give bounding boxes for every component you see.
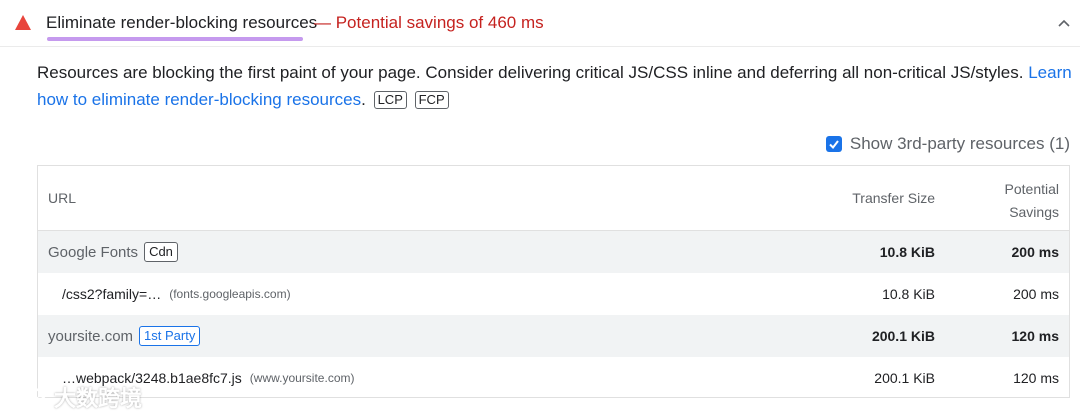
warning-triangle-icon <box>15 15 31 30</box>
table-group-row: Google Fonts Cdn 10.8 KiB 200 ms <box>38 231 1069 273</box>
resources-table: URL Transfer Size Potential Savings Goog… <box>37 165 1070 398</box>
table-group-row: yoursite.com 1st Party 200.1 KiB 120 ms <box>38 315 1069 357</box>
transfer-size: 200.1 KiB <box>874 370 935 386</box>
third-party-checkbox[interactable] <box>825 136 842 152</box>
description-text: Resources are blocking the first paint o… <box>37 63 1024 82</box>
potential-savings-text: — Potential savings of 460 ms <box>314 13 544 32</box>
column-header-potential-savings: Potential Savings <box>1004 181 1059 220</box>
potential-savings: 120 ms <box>1013 370 1059 386</box>
column-header-url: URL <box>48 190 77 206</box>
audit-title[interactable]: Eliminate render-blocking resources <box>46 13 317 33</box>
entity-badge: Cdn <box>144 242 178 262</box>
watermark-text: 大数跨境 <box>54 386 143 411</box>
entity-name: Google Fonts <box>48 243 139 261</box>
transfer-size: 10.8 KiB <box>882 286 935 302</box>
audit-header[interactable]: Eliminate render-blocking resources — Po… <box>0 0 1080 47</box>
potential-savings: 120 ms <box>1011 328 1059 344</box>
resource-url[interactable]: /css2?family=… <box>62 286 161 302</box>
transfer-size: 200.1 KiB <box>871 328 935 344</box>
third-party-toggle[interactable]: Show 3rd-party resources (1) <box>825 132 1070 156</box>
table-header: URL Transfer Size Potential Savings <box>38 166 1069 231</box>
metric-badge-lcp: LCP <box>373 91 407 109</box>
watermark: 大数跨境 <box>6 382 142 412</box>
transfer-size: 10.8 KiB <box>879 244 935 260</box>
audit-description: Resources are blocking the first paint o… <box>37 59 1077 113</box>
description-period: . <box>361 90 366 109</box>
chevron-up-icon[interactable] <box>1057 16 1071 30</box>
entity-name: yoursite.com <box>48 327 134 345</box>
watermark-logo-icon <box>7 387 47 405</box>
checkmark-icon <box>829 140 839 150</box>
table-row: …webpack/3248.b1ae8fc7.js (www.yoursite.… <box>38 357 1069 399</box>
potential-savings: 200 ms <box>1013 286 1059 302</box>
third-party-label[interactable]: Show 3rd-party resources (1) <box>850 134 1070 154</box>
table-row: /css2?family=… (fonts.googleapis.com) 10… <box>38 273 1069 315</box>
title-focus-underline <box>47 37 303 41</box>
potential-savings: 200 ms <box>1011 244 1059 260</box>
resource-host: (www.yoursite.com) <box>249 371 355 385</box>
resource-host: (fonts.googleapis.com) <box>169 287 291 301</box>
entity-badge: 1st Party <box>139 326 201 346</box>
metric-badge-fcp: FCP <box>414 91 449 109</box>
column-header-transfer-size: Transfer Size <box>852 190 935 206</box>
